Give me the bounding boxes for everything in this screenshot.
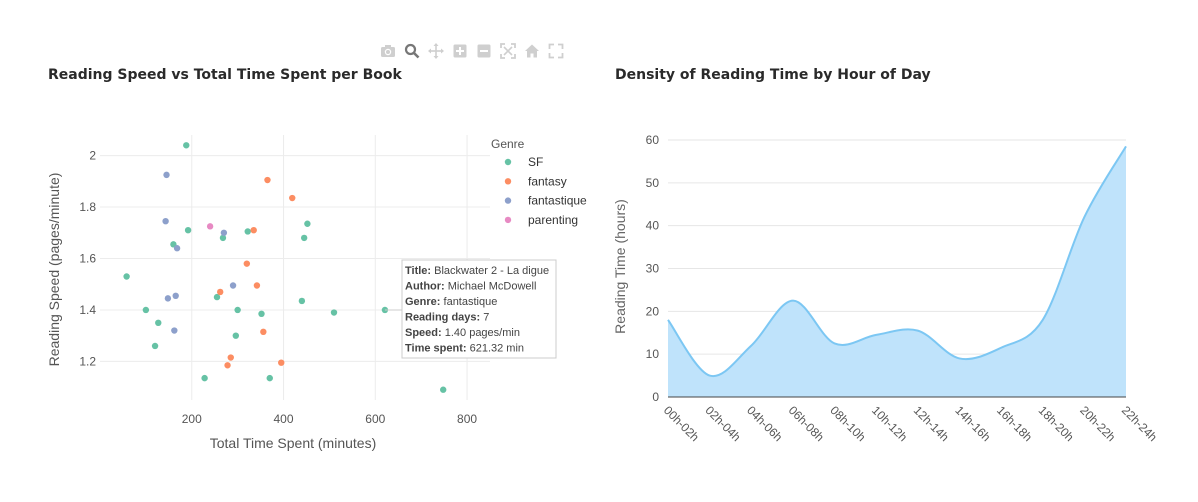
data-point [243,260,251,267]
tooltip-value: 7 [483,312,489,324]
legend-marker [504,197,512,204]
tooltip-label: Reading days: [405,312,483,324]
data-point [227,354,234,361]
y-tick-label: 1.4 [79,303,96,317]
data-point [142,306,150,314]
y-tick-label: 40 [646,219,660,233]
tooltip-value: 621.32 min [470,343,524,355]
legend-label: fantastique [528,194,587,208]
data-point [234,306,241,314]
data-point [298,297,306,305]
y-tick-label: 20 [646,304,660,318]
data-point [244,228,251,235]
x-tick-label: 200 [182,412,202,426]
legend-label: fantasy [528,174,567,188]
y-axis-label: Reading Time (hours) [612,199,628,334]
x-tick-label: 400 [274,412,294,426]
tooltip-row: Reading days: 7 [405,312,489,324]
legend-marker [504,158,512,166]
tooltip-label: Time spent: [405,343,470,355]
tooltip-row: Time spent: 621.32 min [405,343,524,355]
x-axis-label: Total Time Spent (minutes) [210,435,377,451]
data-point [155,319,162,327]
data-point [151,342,159,350]
data-point [224,362,231,369]
legend-label: parenting [528,213,578,227]
tooltip-value: fantastique [444,296,498,308]
data-point [183,142,190,149]
tooltip-label: Title: [405,265,434,277]
tooltip-label: Genre: [405,296,444,308]
x-tick-label: 06h-08h [786,403,827,444]
tooltip-row: Speed: 1.40 pages/min [405,327,520,339]
hover-tooltip: Title: Blackwater 2 - La digue Author: Mi… [384,259,557,359]
data-point [260,328,267,336]
data-point [266,374,273,382]
tooltip-value: 1.40 pages/min [445,327,520,339]
tooltip-row: Title: Blackwater 2 - La digue [405,265,549,277]
data-point [172,292,179,300]
data-point [258,310,265,318]
x-tick-label: 16h-18h [994,403,1035,444]
data-point [123,273,130,280]
data-point [304,220,311,227]
x-tick-label: 02h-04h [703,403,744,444]
x-tick-label: 18h-20h [1036,403,1077,444]
y-tick-label: 1.6 [79,251,96,265]
data-point [289,194,296,202]
data-point [164,295,172,302]
tooltip-label: Author: [405,281,448,293]
y-tick-label: 2 [89,149,96,163]
data-point [173,245,181,252]
x-tick-label: 10h-12h [869,403,910,444]
data-point [232,332,240,339]
data-point [206,223,214,230]
x-tick-label: 12h-14h [911,403,952,444]
y-tick-label: 50 [646,176,660,190]
legend-marker [504,216,512,224]
legend-label: SF [528,155,543,169]
y-tick-label: 30 [646,262,660,276]
data-point [201,374,208,382]
data-point [171,327,178,334]
y-tick-label: 1.8 [79,200,96,214]
data-point [330,309,338,316]
data-point [253,282,261,289]
x-tick-label: 800 [457,412,477,426]
data-point [229,282,237,289]
x-tick-label: 20h-22h [1077,403,1118,444]
data-point [184,226,192,234]
data-point [217,288,224,296]
legend-marker [504,178,512,185]
tooltip-value: Michael McDowell [448,281,537,293]
legend-title: Genre [491,137,525,151]
x-tick-label: 08h-10h [827,403,868,444]
scatter-chart: 1.2 1.4 1.6 1.8 2 200 400 600 800 Total Time Spen… [46,135,587,451]
x-tick-label: 600 [365,412,385,426]
data-point [250,226,257,234]
x-tick-label: 22h-24h [1119,403,1160,444]
y-axis-label: Reading Speed (pages/minute) [46,173,62,367]
x-tick-label: 00h-02h [661,403,702,444]
y-tick-label: 10 [646,347,660,361]
x-tick-label: 04h-06h [744,403,785,444]
area-chart: 0 10 20 30 40 50 60 00h-02h 02h-04h 04h-06h 06h-08… [612,133,1160,444]
data-point [278,359,285,366]
tooltip-label: Speed: [405,327,445,339]
y-tick-label: 60 [646,133,660,147]
y-tick-label: 0 [652,390,659,404]
data-point [440,386,447,393]
tooltip-row: Genre: fantastique [405,296,497,308]
y-tick-label: 1.2 [79,354,96,368]
x-tick-label: 14h-16h [952,403,993,444]
data-point [300,234,308,242]
tooltip-value: Blackwater 2 - La digue [434,265,549,277]
tooltip-row: Author: Michael McDowell [405,281,536,293]
data-point [220,229,228,236]
data-point [162,217,169,225]
data-point [163,171,170,179]
data-point [264,176,271,184]
